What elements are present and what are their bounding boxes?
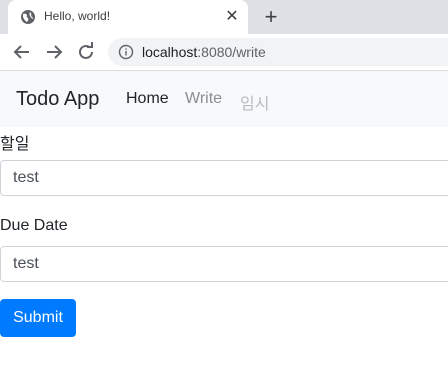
plus-icon[interactable]: + bbox=[260, 6, 282, 28]
url-text: localhost:8080/write bbox=[142, 44, 266, 60]
submit-button[interactable]: Submit bbox=[0, 299, 76, 337]
browser-toolbar: localhost:8080/write bbox=[0, 34, 448, 71]
todo-label: 할일 bbox=[0, 136, 30, 153]
info-icon[interactable] bbox=[118, 44, 134, 60]
navbar-brand[interactable]: Todo App bbox=[16, 88, 99, 111]
browser-tab-strip: Hello, world! ✕ + bbox=[0, 0, 448, 34]
nav-link-home[interactable]: Home bbox=[126, 90, 169, 108]
address-bar[interactable]: localhost:8080/write bbox=[108, 38, 448, 66]
close-icon[interactable]: ✕ bbox=[222, 7, 242, 27]
forward-arrow-icon[interactable] bbox=[42, 40, 66, 64]
tab-title: Hello, world! bbox=[44, 9, 111, 23]
due-date-input[interactable] bbox=[0, 246, 448, 282]
todo-input[interactable] bbox=[0, 160, 448, 196]
nav-link-write[interactable]: Write bbox=[185, 90, 222, 108]
url-path: :8080/write bbox=[197, 44, 266, 60]
app-navbar: Todo App Home Write 임시 bbox=[0, 71, 448, 127]
url-host: localhost bbox=[142, 44, 198, 60]
due-date-label: Due Date bbox=[0, 217, 68, 234]
nav-link-temp[interactable]: 임시 bbox=[240, 90, 269, 114]
back-arrow-icon[interactable] bbox=[10, 40, 34, 64]
reload-icon[interactable] bbox=[74, 40, 98, 64]
browser-tab[interactable]: Hello, world! ✕ bbox=[8, 0, 248, 34]
globe-icon bbox=[21, 10, 35, 24]
